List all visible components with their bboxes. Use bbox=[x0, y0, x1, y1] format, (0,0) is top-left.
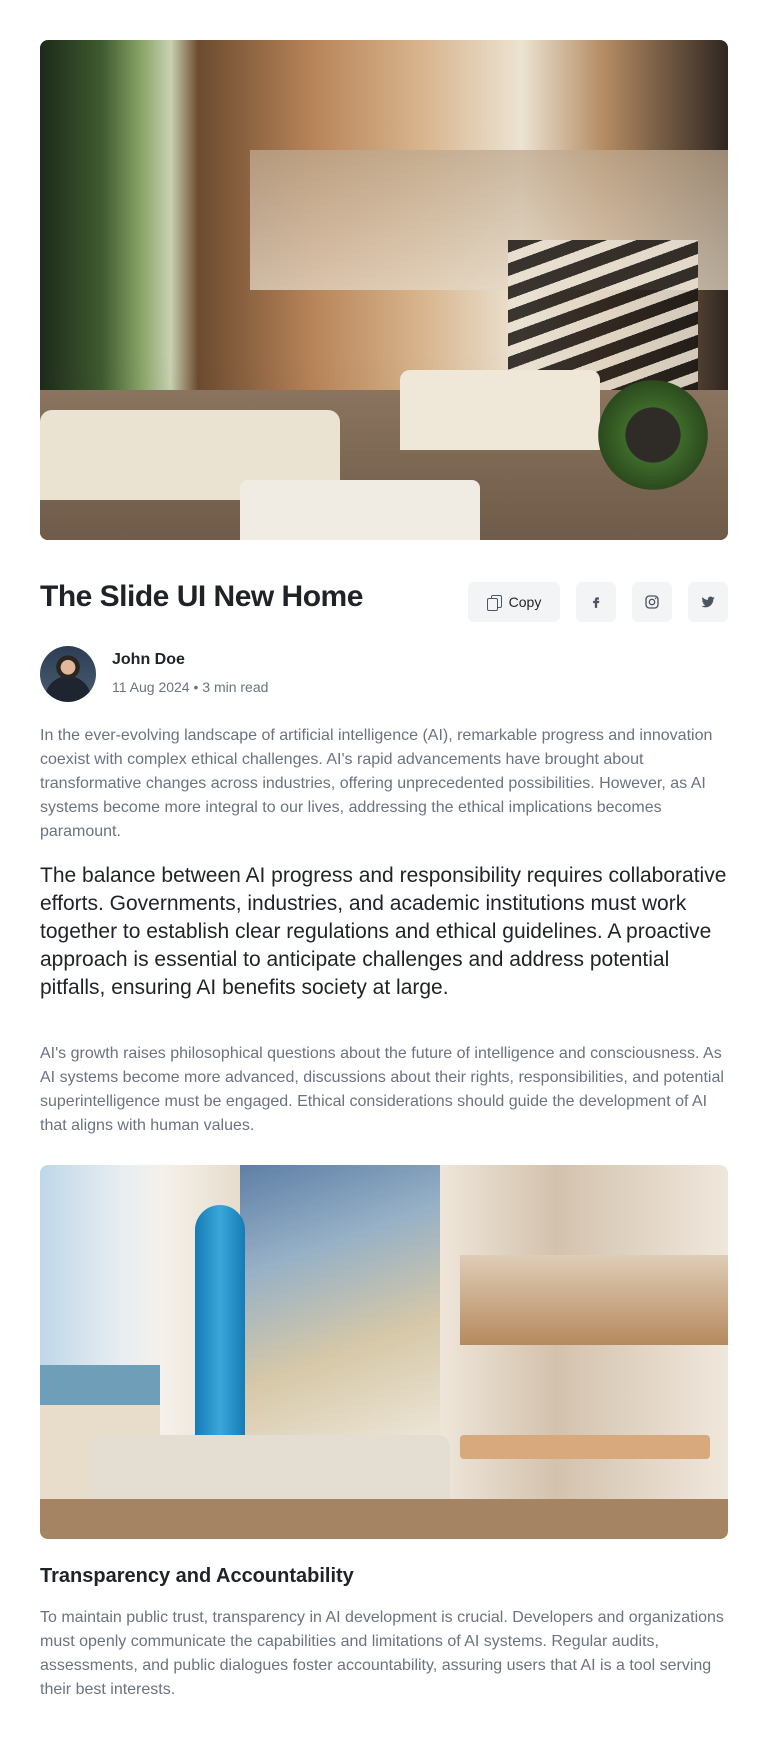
image-dining-table bbox=[460, 1435, 710, 1459]
hero-sofa-2 bbox=[400, 370, 600, 450]
author-name[interactable]: John Doe bbox=[112, 651, 185, 669]
image-floor bbox=[40, 1499, 728, 1539]
copy-button[interactable]: Copy bbox=[468, 582, 560, 622]
section-body: To maintain public trust, transparency i… bbox=[40, 1609, 724, 1698]
intro-paragraph: In the ever-evolving landscape of artifi… bbox=[40, 727, 713, 840]
copy-button-label: Copy bbox=[508, 594, 542, 610]
twitter-icon bbox=[701, 596, 715, 608]
article-title: The Slide UI New Home bbox=[40, 580, 363, 613]
twitter-share-button[interactable] bbox=[688, 582, 728, 622]
hero-plant bbox=[598, 380, 708, 490]
facebook-share-button[interactable] bbox=[576, 582, 616, 622]
copy-icon bbox=[486, 595, 502, 611]
image-sea bbox=[40, 1365, 160, 1405]
image-wall-art bbox=[240, 1165, 440, 1465]
author-avatar[interactable] bbox=[40, 646, 96, 702]
image-surfboard bbox=[195, 1205, 245, 1465]
instagram-share-button[interactable] bbox=[632, 582, 672, 622]
hero-ottoman bbox=[240, 480, 480, 540]
hero-image bbox=[40, 40, 728, 540]
image-balcony bbox=[460, 1255, 728, 1345]
lead-paragraph: The balance between AI progress and resp… bbox=[40, 864, 727, 999]
growth-paragraph: AI's growth raises philosophical questio… bbox=[40, 1045, 724, 1134]
facebook-icon bbox=[593, 597, 600, 608]
article-image bbox=[40, 1165, 728, 1539]
article-meta: 11 Aug 2024 • 3 min read bbox=[112, 679, 269, 695]
instagram-icon bbox=[645, 595, 659, 609]
article-page: The Slide UI New Home Copy John Doe 11 A… bbox=[0, 0, 768, 1742]
section-heading: Transparency and Accountability bbox=[40, 1565, 354, 1587]
